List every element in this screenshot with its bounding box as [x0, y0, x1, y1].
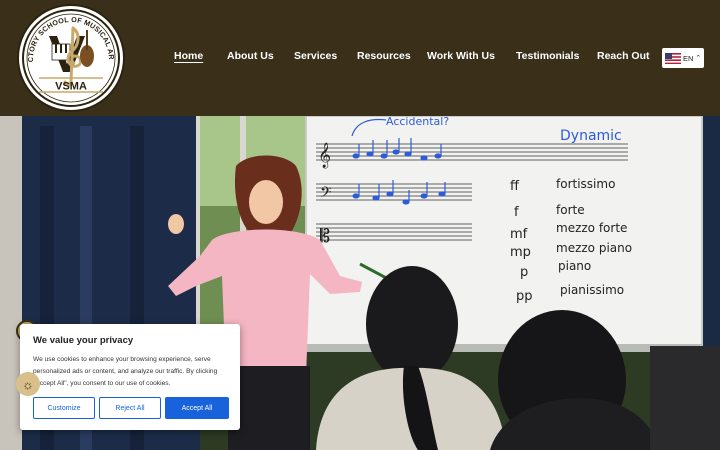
logo-abbr: VSMA [55, 81, 87, 93]
dyn-name: mezzo piano [556, 241, 632, 255]
dyn-symbol: p [520, 265, 528, 280]
customize-button[interactable]: Customize [33, 397, 95, 419]
dyn-symbol: mp [510, 245, 531, 260]
logo-emblem-icon: VICTORY SCHOOL OF MUSICAL ARTS VSMA [19, 6, 120, 107]
svg-text:𝄞: 𝄞 [318, 142, 331, 168]
dyn-name: piano [558, 259, 591, 273]
dyn-symbol: mf [510, 227, 528, 242]
nav-testimonials[interactable]: Testimonials [516, 50, 579, 62]
dyn-symbol: ff [510, 179, 520, 194]
whiteboard-accidental: Accidental? [386, 116, 449, 128]
nav-home[interactable]: Home [174, 50, 203, 62]
reject-all-button[interactable]: Reject All [99, 397, 161, 419]
nav-services[interactable]: Services [294, 50, 337, 62]
cookie-consent-banner: We value your privacy We use cookies to … [20, 324, 240, 430]
consent-body: We use cookies to enhance your browsing … [33, 356, 218, 387]
dyn-name: fortissimo [556, 177, 615, 191]
brightness-toggle-icon[interactable]: ☼ [16, 372, 40, 396]
site-header: VICTORY SCHOOL OF MUSICAL ARTS VSMA Home… [0, 0, 720, 116]
chevron-down-icon: ⌃ [695, 54, 702, 62]
us-flag-icon [665, 52, 681, 64]
language-code: EN [683, 53, 694, 63]
whiteboard-dynamic: Dynamic [560, 128, 622, 144]
nav-reach-out[interactable]: Reach Out [597, 50, 650, 62]
dyn-name: forte [556, 203, 585, 217]
consent-actions: Customize Reject All Accept All [33, 397, 229, 419]
dyn-name: pianissimo [560, 283, 624, 297]
whiteboard: 𝄞 𝄢 𝄡 Accidental? Dynamic ff fortissimo … [305, 116, 703, 352]
consent-title: We value your privacy [33, 335, 134, 346]
dyn-symbol: f [514, 205, 519, 220]
accept-all-button[interactable]: Accept All [165, 397, 229, 419]
svg-text:𝄢: 𝄢 [320, 184, 332, 205]
language-selector[interactable]: EN ⌃ [662, 48, 704, 68]
dyn-name: mezzo forte [556, 221, 627, 235]
nav-resources[interactable]: Resources [357, 50, 411, 62]
dyn-symbol: pp [516, 289, 533, 304]
vsma-logo[interactable]: VICTORY SCHOOL OF MUSICAL ARTS VSMA [17, 4, 125, 112]
nav-about-us[interactable]: About Us [227, 50, 274, 62]
nav-work-with-us[interactable]: Work With Us [427, 50, 495, 62]
